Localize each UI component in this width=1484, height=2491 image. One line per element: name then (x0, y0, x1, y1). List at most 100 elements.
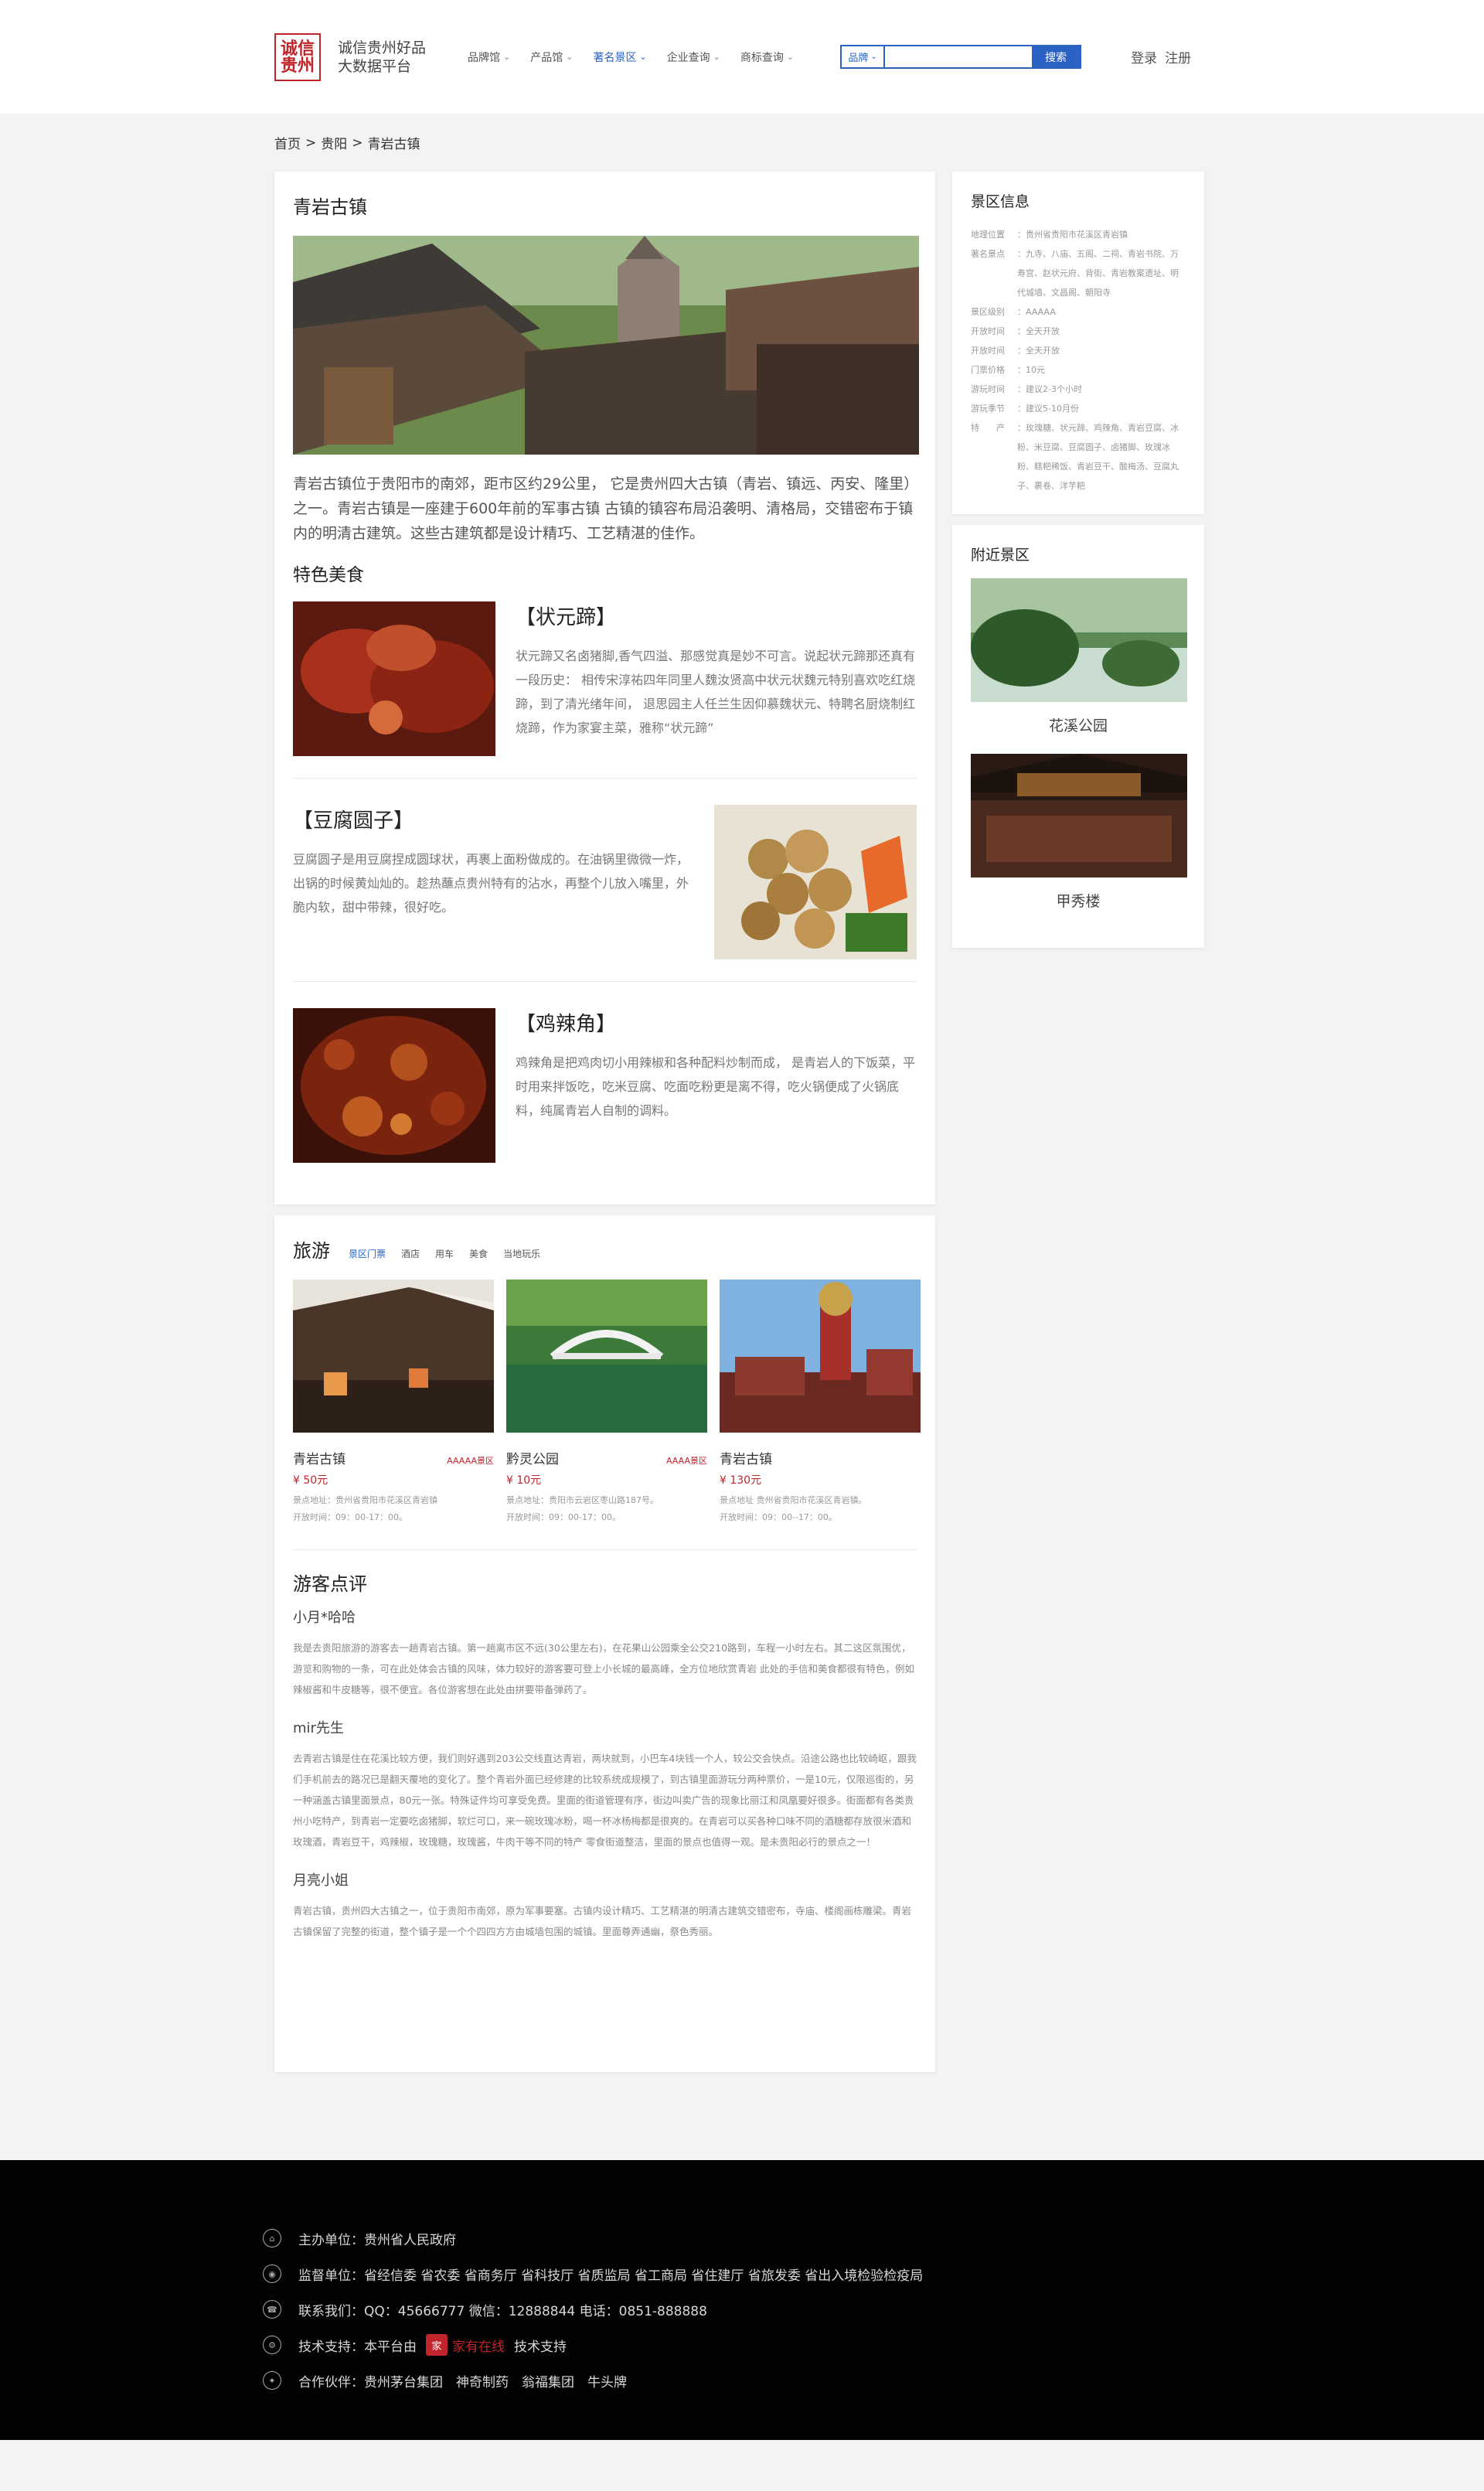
nearby-card: 附近景区 花溪公园 甲秀楼 (952, 525, 1204, 948)
phone-icon: ☎ (263, 2300, 281, 2319)
info-key: 开放时间 (971, 346, 1005, 356)
info-key: 地理位置 (971, 230, 1005, 240)
spot-image (506, 1280, 707, 1433)
nearby-image (971, 578, 1187, 702)
spot-price: ¥ 50元 (293, 1474, 328, 1487)
spot-address: 景点地址：贵州省贵阳市花溪区青岩镇 (293, 1495, 437, 1505)
breadcrumb-sep: > (305, 135, 317, 151)
tab-tickets[interactable]: 景区门票 (349, 1247, 386, 1260)
info-row: 景区级别 ：AAAAA (971, 302, 1186, 322)
register-link[interactable]: 注册 (1165, 51, 1191, 66)
footer-value: 本平台由 (364, 2339, 417, 2355)
nearby-heading: 附近景区 (971, 547, 1030, 564)
reviews-heading: 游客点评 (293, 1573, 367, 1595)
login-link[interactable]: 登录 (1131, 51, 1157, 66)
info-key: 游玩季节 (971, 404, 1005, 414)
footer-row-host: ⌂ 主办单位： 贵州省人民政府 (263, 2220, 1221, 2256)
spot-hours: 开放时间：09：00--17：00。 (720, 1512, 837, 1522)
tech-partner-logo[interactable]: 家家有在线 (426, 2334, 505, 2356)
search-input[interactable] (885, 46, 1033, 67)
review-item: mir先生 去青岩古镇是住在花溪比较方便，我们则好遇到203公交线直达青岩，两块… (293, 1717, 917, 1852)
info-value: ：九寺、八庙、五阁、二祠、青岩书院、万寿宫、赵状元府、背街、青岩教案遗址、明代城… (1017, 249, 1179, 298)
review-item: 小月*哈哈 我是去贵阳旅游的游客去一趟青岩古镇。第一趟离市区不远(30公里左右)… (293, 1607, 917, 1700)
footer-label: 监督单位： (298, 2268, 364, 2284)
scenic-intro: 青岩古镇位于贵阳市的南郊，距市区约29公里， 它是贵州四大古镇（青岩、镇远、丙安… (293, 475, 914, 542)
review-item: 月亮小姐 青岩古镇，贵州四大古镇之一，位于贵阳市南郊，原为军事要塞。古镇内设计精… (293, 1869, 917, 1942)
tourism-tabs: 景区门票 酒店 用车 美食 当地玩乐 (349, 1247, 540, 1260)
info-key: 门票价格 (971, 365, 1005, 375)
breadcrumb-home[interactable]: 首页 (274, 133, 301, 152)
chevron-down-icon: ⌄ (503, 52, 511, 62)
nav-item-label: 商标查询 (740, 51, 784, 64)
nav-item[interactable]: 产品馆 ⌄ (530, 49, 573, 65)
footer-value: 贵州省人民政府 (364, 2232, 456, 2248)
info-key: 开放时间 (971, 326, 1005, 336)
info-row: 开放时间 ：全天开放 (971, 341, 1186, 360)
spot-card[interactable]: 青岩古镇 ¥ 130元 景点地址 贵州省贵阳市花溪区青岩镇。 开放时间：09：0… (720, 1280, 921, 1526)
page-title: 青岩古镇 (293, 196, 367, 218)
info-row: 游玩季节 ：建议5-10月份 (971, 399, 1186, 418)
nav-item[interactable]: 著名景区 ⌄ (593, 49, 646, 65)
site-logo[interactable]: 诚信 贵州 (274, 32, 321, 81)
spot-level: AAAA景区 (665, 1456, 707, 1466)
nearby-name: 甲秀楼 (1056, 893, 1101, 910)
spot-image (720, 1280, 921, 1433)
review-author: mir先生 (293, 1720, 344, 1736)
nearby-item[interactable]: 花溪公园 (971, 578, 1187, 735)
spot-price: ¥ 130元 (720, 1474, 762, 1487)
breadcrumb-sep: > (352, 135, 363, 151)
tab-food[interactable]: 美食 (469, 1247, 488, 1260)
food-title: 【状元蹄】 (516, 606, 617, 629)
nearby-item[interactable]: 甲秀楼 (971, 754, 1187, 911)
tab-car[interactable]: 用车 (435, 1247, 454, 1260)
scenic-detail-card: 青岩古镇 青岩古镇位于贵阳市的南郊，距市区约29公里， 它是贵州四大古镇（青岩、… (274, 172, 935, 1205)
tab-hotel[interactable]: 酒店 (401, 1247, 420, 1260)
nav-item[interactable]: 商标查询 ⌄ (740, 49, 794, 65)
footer-value: 省经信委 省农委 省商务厅 省科技厅 省质监局 省工商局 省住建厅 省旅发委 省… (364, 2268, 924, 2284)
footer-row-supervise: ◉ 监督单位： 省经信委 省农委 省商务厅 省科技厅 省质监局 省工商局 省住建厅 … (263, 2256, 1221, 2292)
footer-value: QQ：45666777 微信：12888844 电话：0851-888888 (364, 2303, 707, 2319)
scenic-info-card: 景区信息 地理位置 ：贵州省贵阳市花溪区青岩镇 著名景点 ：九寺、八庙、五阁、二祠、… (952, 172, 1204, 514)
top-header: 诚信 贵州 诚信贵州好品 大数据平台 品牌馆 ⌄ 产品馆 ⌄ 著名景区 ⌄ 企业查询 ⌄ 商标查… (0, 0, 1484, 114)
search-category-label: 品牌 (848, 53, 869, 64)
search-button[interactable]: 搜索 (1032, 46, 1081, 67)
spot-card[interactable]: 青岩古镇 AAAAA景区 ¥ 50元 景点地址：贵州省贵阳市花溪区青岩镇 开放时间… (293, 1280, 494, 1526)
info-key: 游玩时间 (971, 384, 1005, 394)
nav-item-label: 企业查询 (666, 51, 710, 64)
divider (293, 1549, 917, 1550)
spot-hours: 开放时间：09：00-17：00。 (506, 1512, 621, 1522)
info-value: ：贵州省贵阳市花溪区青岩镇 (1017, 230, 1128, 240)
tab-local-fun[interactable]: 当地玩乐 (503, 1247, 540, 1260)
nav-item[interactable]: 企业查询 ⌄ (667, 49, 720, 65)
footer-row-tech: ⚙ 技术支持： 本平台由家家有在线 技术支持 (263, 2327, 1221, 2363)
tourism-heading: 旅游 (293, 1240, 330, 1262)
hero-image (293, 236, 919, 455)
nav-item[interactable]: 品牌馆 ⌄ (468, 49, 510, 65)
spot-card[interactable]: 黔灵公园 AAAA景区 ¥ 10元 景点地址：贵阳市云岩区枣山路187号。 开放时… (506, 1280, 707, 1526)
footer-label: 主办单位： (298, 2232, 364, 2248)
food-desc: 豆腐圆子是用豆腐捏成圆球状，再裹上面粉做成的。在油锅里微微一炸，出锅的时候黄灿灿… (293, 852, 689, 915)
nearby-name: 花溪公园 (1048, 717, 1108, 734)
info-value: ：建议2-3个小时 (1017, 384, 1082, 394)
info-row: 著名景点 ：九寺、八庙、五阁、二祠、青岩书院、万寿宫、赵状元府、背街、青岩教案遗址… (971, 244, 1186, 302)
breadcrumb-city[interactable]: 贵阳 (321, 133, 347, 152)
food-desc: 鸡辣角是把鸡肉切小用辣椒和各种配料炒制而成， 是青岩人的下饭菜，平时用来拌饭吃，… (516, 1055, 916, 1118)
site-title-line1: 诚信贵州好品 (338, 39, 427, 56)
food-heading: 特色美食 (293, 565, 364, 585)
food-title: 【豆腐圆子】 (293, 809, 414, 833)
gear-icon: ⚙ (263, 2336, 281, 2354)
site-title-line2: 大数据平台 (338, 57, 412, 75)
spot-address: 景点地址 贵州省贵阳市花溪区青岩镇。 (720, 1495, 867, 1505)
auth-links: 登录 注册 (1131, 47, 1199, 66)
search-bar: 品牌 ⌄ 搜索 (840, 45, 1082, 69)
footer-value: 贵州茅台集团 神奇制药 翁福集团 牛头牌 (364, 2374, 627, 2390)
brand-name: 家有在线 (452, 2339, 505, 2355)
home-icon: ⌂ (263, 2229, 281, 2247)
food-image-zhuangyuanti (293, 601, 495, 756)
info-value: ：10元 (1017, 365, 1045, 375)
chevron-down-icon: ⌄ (566, 52, 574, 62)
review-author: 小月*哈哈 (293, 1610, 356, 1626)
search-category-select[interactable]: 品牌 ⌄ (842, 46, 886, 67)
nav-item-label: 品牌馆 (468, 51, 501, 64)
info-value: ：建议5-10月份 (1017, 404, 1079, 414)
